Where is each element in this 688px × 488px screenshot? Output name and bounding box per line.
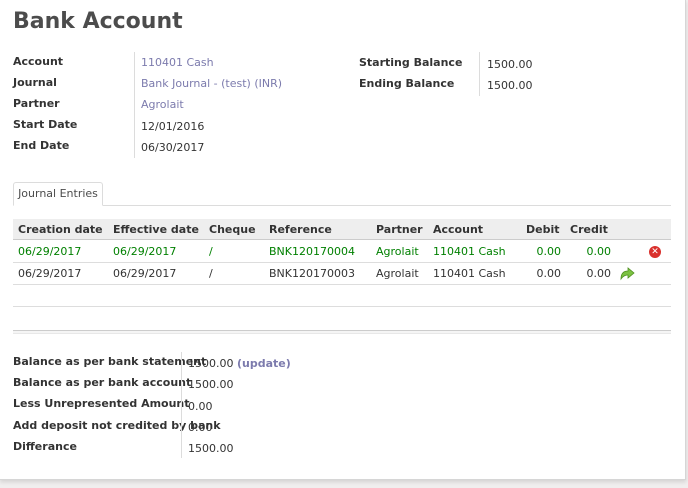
unrepresented-amount-label: Less Unrepresented Amount: [13, 397, 190, 410]
credit-cell: 0.00: [586, 267, 612, 280]
account-cell: 110401 Cash: [433, 245, 506, 258]
debit-cell: 0.00: [536, 267, 562, 280]
unrepresented-amount-value: 0.00: [188, 400, 213, 413]
reconcile-arrow-icon[interactable]: [619, 266, 635, 281]
partner-cell: Agrolait: [376, 267, 419, 280]
bank-statement-balance-label: Balance as per bank statement: [13, 355, 207, 368]
bank-statement-balance-value: 1500.00: [188, 357, 234, 370]
effective-date-cell: 06/29/2017: [113, 245, 177, 258]
partner-cell: Agrolait: [376, 245, 419, 258]
ending-balance-value: 1500.00: [487, 79, 533, 92]
col-creation-date[interactable]: Creation date: [18, 219, 103, 240]
remove-icon[interactable]: ✕: [649, 246, 661, 258]
table-row[interactable]: 06/29/2017 06/29/2017 / BNK120170003 Agr…: [13, 263, 671, 285]
start-date-label: Start Date: [13, 118, 78, 131]
ending-balance-label: Ending Balance: [359, 77, 455, 90]
start-date-value: 12/01/2016: [141, 120, 205, 133]
effective-date-cell: 06/29/2017: [113, 267, 177, 280]
col-debit[interactable]: Debit: [526, 219, 560, 240]
col-partner[interactable]: Partner: [376, 219, 423, 240]
partner-link[interactable]: Agrolait: [141, 98, 184, 111]
info-right-separator: [479, 52, 480, 96]
end-date-label: End Date: [13, 139, 70, 152]
col-credit[interactable]: Credit: [570, 219, 608, 240]
account-link[interactable]: 110401 Cash: [141, 56, 214, 69]
partner-label: Partner: [13, 97, 60, 110]
table-header: Creation date Effective date Cheque Refe…: [13, 219, 671, 240]
cheque-cell: /: [209, 267, 213, 280]
deposit-not-credited-value: 0.00: [188, 421, 213, 434]
account-label: Account: [13, 55, 64, 68]
table-footer-line: [13, 306, 671, 307]
col-account[interactable]: Account: [433, 219, 483, 240]
update-link[interactable]: (update): [237, 357, 291, 370]
tab-bar-line: [13, 205, 671, 206]
col-effective-date[interactable]: Effective date: [113, 219, 199, 240]
bank-account-balance-label: Balance as per bank account: [13, 376, 192, 389]
creation-date-cell: 06/29/2017: [18, 245, 82, 258]
table-row[interactable]: 06/29/2017 06/29/2017 / BNK120170004 Agr…: [13, 241, 671, 263]
journal-link[interactable]: Bank Journal - (test) (INR): [141, 77, 282, 90]
col-cheque[interactable]: Cheque: [209, 219, 256, 240]
account-cell: 110401 Cash: [433, 267, 506, 280]
difference-label: Differance: [13, 440, 77, 453]
info-left-separator: [134, 52, 135, 158]
credit-cell: 0.00: [586, 245, 612, 258]
debit-cell: 0.00: [536, 245, 562, 258]
section-separator: [13, 330, 671, 334]
tab-journal-entries[interactable]: Journal Entries: [13, 182, 103, 206]
reference-cell: BNK120170003: [269, 267, 355, 280]
starting-balance-label: Starting Balance: [359, 56, 463, 69]
summary-separator: [181, 352, 182, 458]
reference-cell: BNK120170004: [269, 245, 355, 258]
col-reference[interactable]: Reference: [269, 219, 332, 240]
bank-account-balance-value: 1500.00: [188, 378, 234, 391]
cheque-cell: /: [209, 245, 213, 258]
creation-date-cell: 06/29/2017: [18, 267, 82, 280]
difference-value: 1500.00: [188, 442, 234, 455]
page-title: Bank Account: [13, 9, 183, 34]
form-sheet: Bank Account Account Journal Partner Sta…: [0, 0, 686, 480]
starting-balance-value: 1500.00: [487, 58, 533, 71]
bank-statement-balance-row: 1500.00 (update): [188, 357, 291, 370]
end-date-value: 06/30/2017: [141, 141, 205, 154]
journal-label: Journal: [13, 76, 57, 89]
